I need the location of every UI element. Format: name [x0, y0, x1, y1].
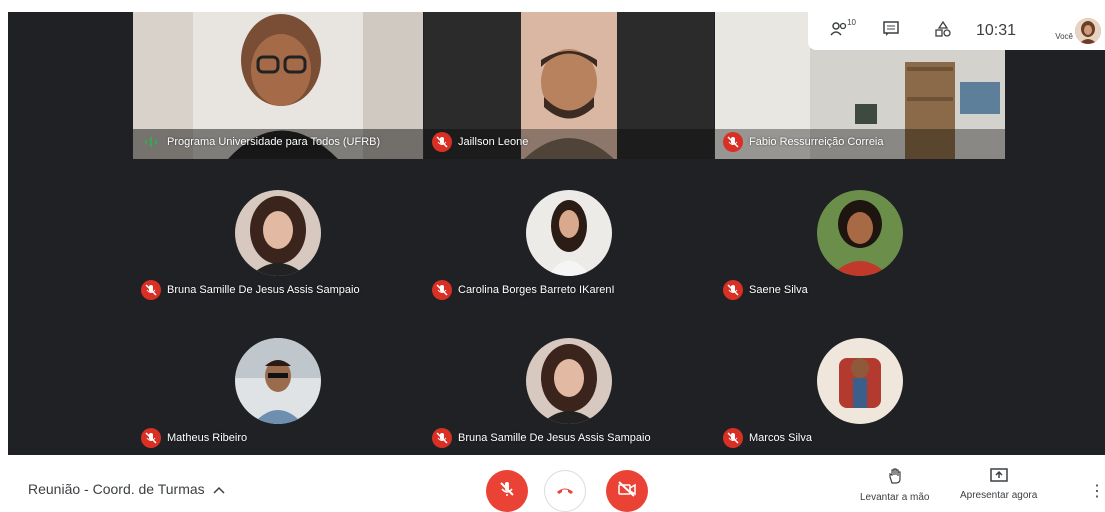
- chat-icon: [883, 20, 899, 42]
- camera-off-icon: [617, 480, 637, 502]
- mic-off-icon: [723, 132, 743, 152]
- meeting-title: Reunião - Coord. de Turmas: [28, 481, 205, 497]
- participant-name: Carolina Borges Barreto IKarenI: [458, 284, 615, 296]
- mic-off-icon: [432, 428, 452, 448]
- present-now-label: Apresentar agora: [960, 490, 1038, 501]
- mic-off-icon: [141, 428, 161, 448]
- participant-name: Marcos Silva: [749, 432, 812, 444]
- participant-tile[interactable]: Carolina Borges Barreto IKarenI: [424, 160, 714, 307]
- participant-tile[interactable]: Jaillson Leone: [424, 12, 714, 159]
- activities-button[interactable]: [924, 12, 962, 50]
- camera-toggle-button[interactable]: [606, 470, 648, 512]
- mic-off-icon: [141, 280, 161, 300]
- more-options-button[interactable]: ⋮: [1089, 481, 1105, 501]
- meeting-clock: 10:31: [976, 22, 1017, 39]
- bottom-control-bar: Reunião - Coord. de Turmas Levantar a mã…: [0, 455, 1105, 512]
- raise-hand-label: Levantar a mão: [860, 492, 930, 503]
- people-count: 10: [847, 18, 856, 27]
- avatar: [817, 190, 903, 276]
- activities-icon: [935, 20, 951, 42]
- participant-name: Fabio Ressurreição Correia: [749, 136, 884, 148]
- hand-icon: [886, 467, 904, 488]
- mic-off-icon: [723, 428, 743, 448]
- mic-toggle-button[interactable]: [486, 470, 528, 512]
- chat-button[interactable]: [872, 12, 910, 50]
- people-button[interactable]: 10: [820, 12, 858, 50]
- participant-grid: Programa Universidade para Todos (UFRB) …: [8, 12, 1105, 455]
- participant-name: Bruna Samille De Jesus Assis Sampaio: [458, 432, 651, 444]
- mic-off-icon: [432, 280, 452, 300]
- present-now-button[interactable]: Apresentar agora: [960, 467, 1037, 501]
- chevron-up-icon: [213, 481, 225, 497]
- leave-call-button[interactable]: [544, 470, 586, 512]
- participant-name: Jaillson Leone: [458, 136, 529, 148]
- participant-tile[interactable]: Bruna Samille De Jesus Assis Sampaio: [133, 160, 423, 307]
- avatar: [235, 338, 321, 424]
- mic-off-icon: [498, 480, 516, 503]
- avatar: [235, 190, 321, 276]
- participant-name: Bruna Samille De Jesus Assis Sampaio: [167, 284, 360, 296]
- self-avatar[interactable]: [1075, 18, 1101, 44]
- self-label: Você: [1055, 32, 1073, 41]
- participant-tile[interactable]: Saene Silva: [715, 160, 1005, 307]
- avatar: [817, 338, 903, 424]
- participant-name: Programa Universidade para Todos (UFRB): [167, 136, 381, 148]
- participant-tile[interactable]: Bruna Samille De Jesus Assis Sampaio: [424, 308, 714, 455]
- avatar: [526, 190, 612, 276]
- raise-hand-button[interactable]: Levantar a mão: [860, 467, 930, 503]
- people-icon: [830, 21, 848, 41]
- participant-tile[interactable]: Matheus Ribeiro: [133, 308, 423, 455]
- mic-off-icon: [723, 280, 743, 300]
- speaking-indicator-icon: [141, 132, 161, 152]
- hang-up-icon: [556, 482, 574, 500]
- mic-off-icon: [432, 132, 452, 152]
- participant-tile[interactable]: Programa Universidade para Todos (UFRB): [133, 12, 423, 159]
- avatar: [526, 338, 612, 424]
- present-icon: [989, 467, 1008, 486]
- top-toolbar: 10 10:31 Você: [808, 12, 1105, 50]
- meeting-details-toggle[interactable]: Reunião - Coord. de Turmas: [28, 481, 225, 497]
- participant-name: Matheus Ribeiro: [167, 432, 248, 444]
- participant-tile[interactable]: Marcos Silva: [715, 308, 1005, 455]
- participant-name: Saene Silva: [749, 284, 808, 296]
